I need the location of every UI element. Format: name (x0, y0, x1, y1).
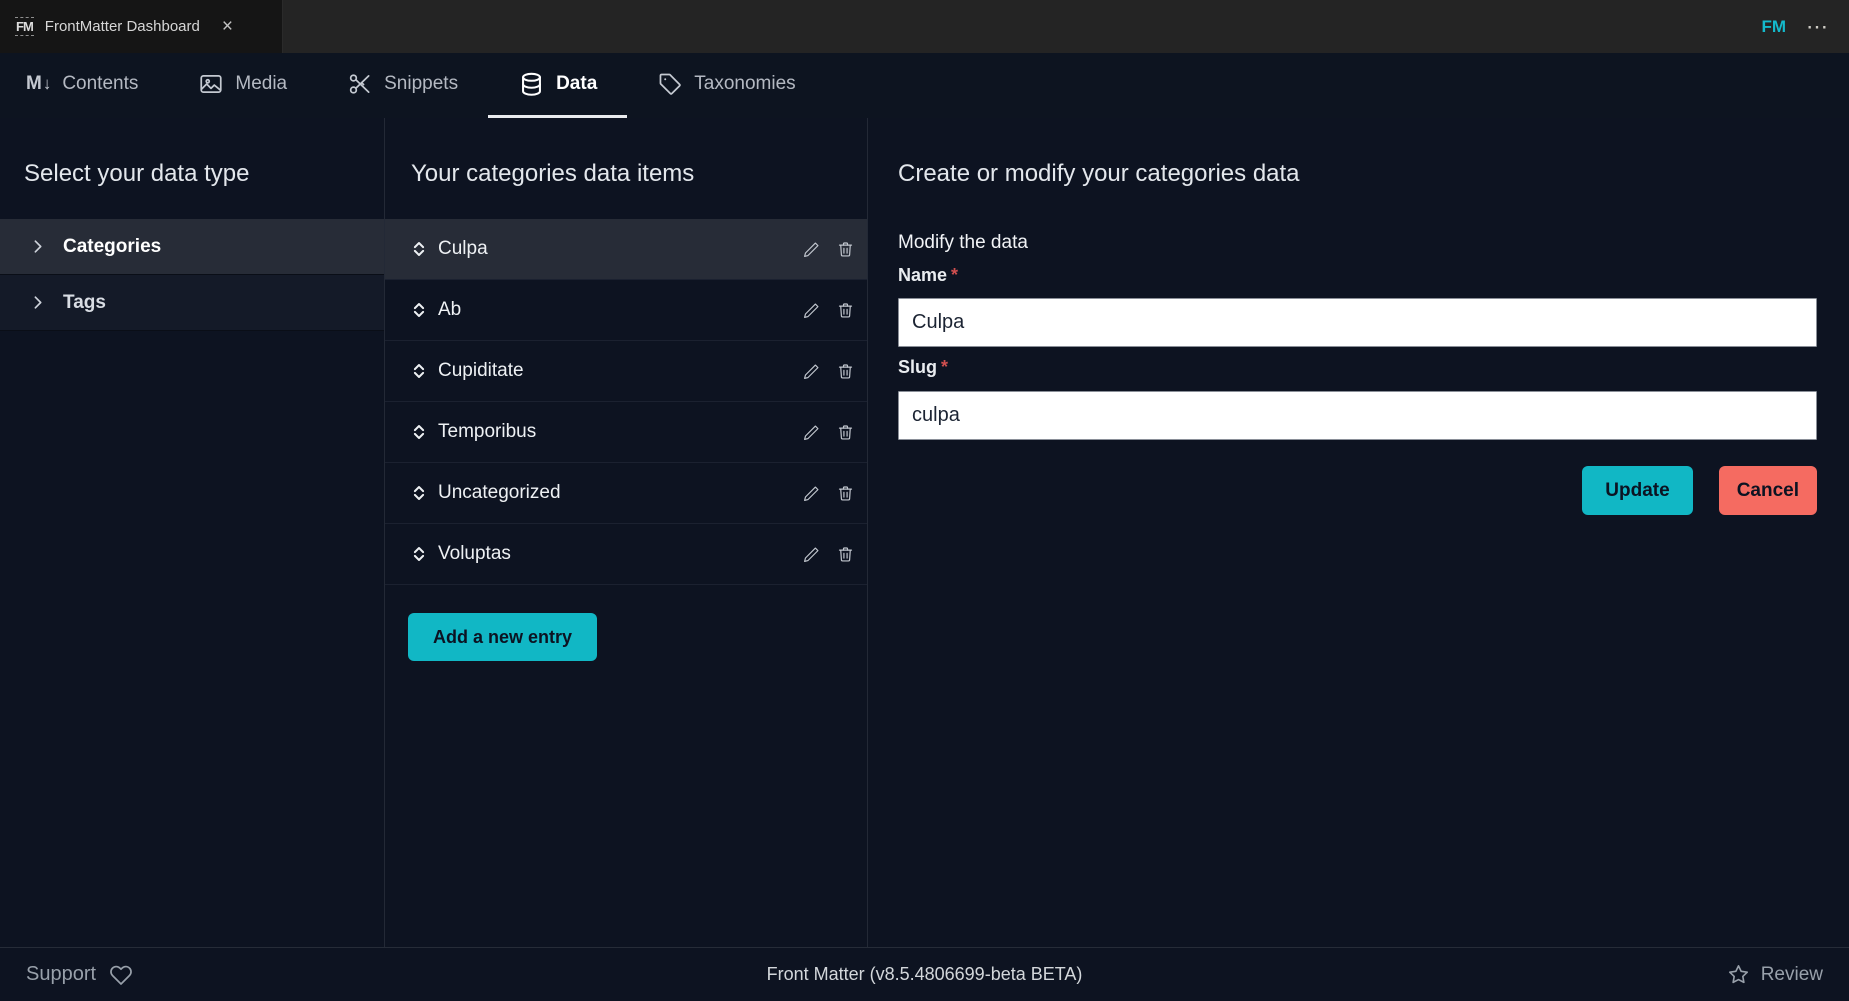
name-input[interactable] (898, 298, 1817, 347)
slug-input[interactable] (898, 391, 1817, 440)
drag-handle-icon[interactable] (410, 544, 428, 564)
drag-handle-icon[interactable] (410, 361, 428, 381)
tab-close-icon[interactable]: × (219, 17, 236, 36)
tag-icon (657, 71, 683, 97)
more-actions-icon[interactable]: ⋯ (1806, 22, 1829, 32)
delete-item-button[interactable] (836, 545, 855, 564)
data-item-row[interactable]: Temporibus (385, 402, 867, 463)
version-text: Front Matter (v8.5.4806699-beta BETA) (0, 964, 1849, 985)
nav-tab-taxonomies[interactable]: Taxonomies (627, 53, 825, 118)
photo-icon (198, 71, 224, 97)
delete-item-button[interactable] (836, 240, 855, 259)
add-new-entry-button[interactable]: Add a new entry (408, 613, 597, 661)
edit-item-button[interactable] (802, 362, 821, 381)
edit-item-button[interactable] (802, 240, 821, 259)
data-type-panel: Select your data type Categories Tags (0, 118, 385, 947)
editor-tab-frontmatter[interactable]: FM FrontMatter Dashboard × (0, 0, 283, 53)
nav-tab-contents[interactable]: M↓ Contents (0, 53, 168, 118)
delete-item-button[interactable] (836, 362, 855, 381)
data-item-row[interactable]: Uncategorized (385, 463, 867, 524)
nav-tab-data[interactable]: Data (488, 53, 627, 118)
update-button[interactable]: Update (1582, 466, 1692, 515)
scissors-icon (347, 71, 373, 97)
data-type-label: Tags (63, 292, 106, 314)
data-form-panel: Create or modify your categories data Mo… (868, 118, 1849, 947)
form-heading: Create or modify your categories data (898, 118, 1817, 190)
nav-tab-label: Snippets (384, 73, 458, 95)
star-icon (1727, 963, 1750, 986)
chevron-right-icon (29, 294, 46, 311)
nav-tab-label: Data (556, 73, 597, 95)
edit-item-button[interactable] (802, 423, 821, 442)
form-subheading: Modify the data (898, 230, 1817, 255)
data-type-item-tags[interactable]: Tags (0, 275, 384, 331)
data-item-label: Voluptas (438, 543, 511, 565)
delete-item-button[interactable] (836, 301, 855, 320)
nav-tab-label: Taxonomies (694, 73, 795, 95)
drag-handle-icon[interactable] (410, 422, 428, 442)
dashboard-footer: Front Matter (v8.5.4806699-beta BETA) Su… (0, 947, 1849, 1001)
chevron-right-icon (29, 238, 46, 255)
data-item-row[interactable]: Ab (385, 280, 867, 341)
review-label: Review (1761, 964, 1823, 986)
data-item-row[interactable]: Culpa (385, 219, 867, 280)
nav-tab-label: Media (235, 73, 287, 95)
required-asterisk: * (951, 265, 958, 285)
editor-tab-title: FrontMatter Dashboard (45, 18, 200, 35)
review-link[interactable]: Review (1727, 963, 1823, 986)
data-item-label: Cupiditate (438, 360, 524, 382)
data-items-heading: Your categories data items (385, 118, 867, 190)
cancel-button[interactable]: Cancel (1719, 466, 1817, 515)
data-item-label: Ab (438, 299, 461, 321)
edit-item-button[interactable] (802, 545, 821, 564)
nav-tab-snippets[interactable]: Snippets (317, 53, 488, 118)
dashboard-nav: M↓ Contents Media Snippets Data Taxono (0, 53, 1849, 118)
frontmatter-mini-logo-icon: FM (15, 17, 34, 36)
data-type-label: Categories (63, 236, 161, 258)
data-item-label: Culpa (438, 238, 488, 260)
editor-tab-bar: FM FrontMatter Dashboard × FM ⋯ (0, 0, 1849, 53)
data-item-label: Uncategorized (438, 482, 561, 504)
edit-item-button[interactable] (802, 301, 821, 320)
data-type-item-categories[interactable]: Categories (0, 219, 384, 275)
drag-handle-icon[interactable] (410, 483, 428, 503)
slug-field-label: Slug* (898, 356, 1817, 379)
frontmatter-brand-icon: FM (1761, 17, 1786, 37)
database-icon (518, 71, 545, 98)
edit-item-button[interactable] (802, 484, 821, 503)
nav-tab-media[interactable]: Media (168, 53, 317, 118)
data-item-row[interactable]: Voluptas (385, 524, 867, 585)
drag-handle-icon[interactable] (410, 300, 428, 320)
frontmatter-dashboard-window: FM FrontMatter Dashboard × FM ⋯ M↓ Conte… (0, 0, 1849, 1001)
delete-item-button[interactable] (836, 423, 855, 442)
heart-icon (109, 963, 133, 987)
drag-handle-icon[interactable] (410, 239, 428, 259)
data-item-row[interactable]: Cupiditate (385, 341, 867, 402)
data-items-panel: Your categories data items Culpa (385, 118, 868, 947)
data-type-heading: Select your data type (0, 118, 384, 190)
nav-tab-label: Contents (62, 73, 138, 95)
data-item-label: Temporibus (438, 421, 536, 443)
markdown-down-icon: M↓ (26, 73, 51, 95)
name-field-label: Name* (898, 264, 1817, 287)
support-label: Support (26, 963, 96, 986)
required-asterisk: * (941, 357, 948, 377)
delete-item-button[interactable] (836, 484, 855, 503)
support-link[interactable]: Support (26, 963, 133, 987)
dashboard-content: Select your data type Categories Tags (0, 118, 1849, 947)
